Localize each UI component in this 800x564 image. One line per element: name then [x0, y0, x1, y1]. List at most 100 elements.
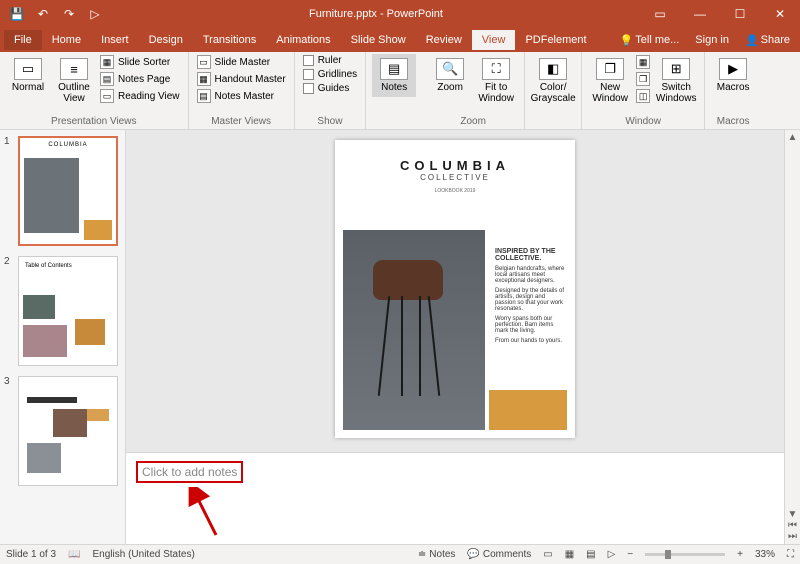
tab-transitions[interactable]: Transitions — [193, 30, 266, 50]
save-icon[interactable]: 💾 — [6, 3, 28, 25]
share-button[interactable]: 👤 Share — [739, 30, 796, 51]
notes-master-icon: ▤ — [197, 89, 211, 103]
group-label: Macros — [711, 114, 755, 129]
next-slide-icon[interactable]: ⏭ — [788, 531, 797, 542]
status-language[interactable]: English (United States) — [93, 549, 195, 560]
outline-view-button[interactable]: ≡Outline View — [52, 54, 96, 108]
tab-view[interactable]: View — [472, 30, 516, 50]
tab-slideshow[interactable]: Slide Show — [341, 30, 416, 50]
normal-view-icon: ▭ — [14, 58, 42, 80]
new-window-button[interactable]: ❐New Window — [588, 54, 632, 108]
tab-review[interactable]: Review — [416, 30, 472, 50]
prev-slide-icon[interactable]: ⏮ — [788, 520, 797, 531]
zoom-out-button[interactable]: − — [627, 549, 633, 560]
slideshow-view-icon[interactable]: ▷ — [608, 549, 616, 560]
cascade-button[interactable]: ❐ — [634, 71, 652, 87]
zoom-level[interactable]: 33% — [755, 549, 775, 560]
slide-sorter-view-icon[interactable]: ▦ — [565, 549, 574, 560]
checkbox-icon — [303, 69, 314, 80]
slide-number: 2 — [4, 256, 14, 366]
notes-button[interactable]: ▤Notes — [372, 54, 416, 97]
group-notes: ▤Notes — [366, 52, 422, 129]
reading-view-button[interactable]: ▭Reading View — [98, 88, 182, 104]
fit-to-window-icon[interactable]: ⛶ — [787, 549, 794, 560]
gridlines-checkbox[interactable]: Gridlines — [301, 68, 359, 81]
switch-windows-button[interactable]: ⊞Switch Windows — [654, 54, 698, 108]
color-grayscale-button[interactable]: ◧Color/ Grayscale — [531, 54, 575, 108]
slide-thumbnail-1[interactable]: COLUMBIA — [18, 136, 118, 246]
notes-placeholder[interactable]: Click to add notes — [136, 461, 243, 483]
current-slide[interactable]: COLUMBIA COLLECTIVE LOOKBOOK 2019 INSPIR… — [335, 140, 575, 438]
slide-canvas[interactable]: COLUMBIA COLLECTIVE LOOKBOOK 2019 INSPIR… — [126, 130, 784, 452]
normal-view-icon[interactable]: ▭ — [543, 549, 552, 560]
slide-thumbnail-2[interactable]: Table of Contents — [18, 256, 118, 366]
ribbon-options-icon[interactable]: ▭ — [640, 0, 680, 28]
tab-pdfelement[interactable]: PDFelement — [515, 30, 596, 50]
zoom-button[interactable]: 🔍Zoom — [428, 54, 472, 97]
macros-button[interactable]: ▶Macros — [711, 54, 755, 97]
tab-animations[interactable]: Animations — [266, 30, 340, 50]
sign-in-link[interactable]: Sign in — [689, 30, 735, 50]
guides-checkbox[interactable]: Guides — [301, 82, 359, 95]
reading-view-icon: ▭ — [100, 89, 114, 103]
switch-windows-icon: ⊞ — [662, 58, 690, 80]
group-master-views: ▭Slide Master ▦Handout Master ▤Notes Mas… — [189, 52, 295, 129]
tab-insert[interactable]: Insert — [91, 30, 139, 50]
work-area: 1 COLUMBIA 2 Table of Contents 3 — [0, 130, 800, 544]
group-label: Zoom — [428, 114, 518, 129]
tab-home[interactable]: Home — [42, 30, 91, 50]
slide-number: 3 — [4, 376, 14, 486]
move-split-button[interactable]: ◫ — [634, 88, 652, 104]
zoom-in-button[interactable]: + — [737, 549, 743, 560]
slide-lookbook: LOOKBOOK 2019 — [335, 182, 575, 200]
checkbox-icon — [303, 83, 314, 94]
reading-view-icon[interactable]: ▤ — [586, 549, 595, 560]
notes-page-button[interactable]: ▤Notes Page — [98, 71, 182, 87]
zoom-slider[interactable] — [645, 553, 725, 556]
ribbon-tabs: File Home Insert Design Transitions Anim… — [0, 28, 800, 52]
editor-area: COLUMBIA COLLECTIVE LOOKBOOK 2019 INSPIR… — [126, 130, 784, 544]
normal-view-button[interactable]: ▭Normal — [6, 54, 50, 97]
maximize-icon[interactable]: ☐ — [720, 0, 760, 28]
thumb-image — [24, 158, 79, 233]
notes-master-button[interactable]: ▤Notes Master — [195, 88, 288, 104]
split-icon: ◫ — [636, 89, 650, 103]
group-color-grayscale: ◧Color/ Grayscale — [525, 52, 582, 129]
tab-file[interactable]: File — [4, 30, 42, 50]
fit-to-window-button[interactable]: ⛶Fit to Window — [474, 54, 518, 108]
minimize-icon[interactable]: — — [680, 0, 720, 28]
group-show: Ruler Gridlines Guides Show — [295, 52, 366, 129]
notes-icon: ▤ — [380, 58, 408, 80]
slide-master-button[interactable]: ▭Slide Master — [195, 54, 288, 70]
close-icon[interactable]: ✕ — [760, 0, 800, 28]
redo-icon[interactable]: ↷ — [58, 3, 80, 25]
window-title: Furniture.pptx - PowerPoint — [112, 8, 640, 20]
slide-sorter-button[interactable]: ▦Slide Sorter — [98, 54, 182, 70]
slide-master-icon: ▭ — [197, 55, 211, 69]
arrange-all-button[interactable]: ▦ — [634, 54, 652, 70]
group-presentation-views: ▭Normal ≡Outline View ▦Slide Sorter ▤Not… — [0, 52, 189, 129]
status-comments-button[interactable]: 💬 Comments — [467, 549, 531, 560]
spellcheck-icon[interactable]: 📖 — [68, 549, 80, 560]
slide-image — [343, 230, 485, 430]
vertical-scrollbar[interactable]: ▲ ▼ ⏮ ⏭ — [784, 130, 800, 544]
group-window: ❐New Window ▦ ❐ ◫ ⊞Switch Windows Window — [582, 52, 705, 129]
zoom-icon: 🔍 — [436, 58, 464, 80]
status-notes-button[interactable]: ≐ Notes — [418, 549, 456, 560]
ruler-checkbox[interactable]: Ruler — [301, 54, 359, 67]
scroll-down-icon[interactable]: ▼ — [788, 509, 798, 520]
slide-thumbnail-3[interactable] — [18, 376, 118, 486]
scroll-up-icon[interactable]: ▲ — [788, 132, 798, 143]
group-zoom: 🔍Zoom ⛶Fit to Window Zoom — [422, 52, 525, 129]
start-slideshow-icon[interactable]: ▷ — [84, 3, 106, 25]
notes-pane[interactable]: Click to add notes — [126, 452, 784, 544]
cascade-icon: ❐ — [636, 72, 650, 86]
arrange-icon: ▦ — [636, 55, 650, 69]
handout-master-button[interactable]: ▦Handout Master — [195, 71, 288, 87]
tell-me-input[interactable]: 💡 Tell me... — [614, 30, 686, 51]
tab-design[interactable]: Design — [139, 30, 193, 50]
fit-window-icon: ⛶ — [482, 58, 510, 80]
handout-master-icon: ▦ — [197, 72, 211, 86]
undo-icon[interactable]: ↶ — [32, 3, 54, 25]
outline-view-icon: ≡ — [60, 58, 88, 80]
